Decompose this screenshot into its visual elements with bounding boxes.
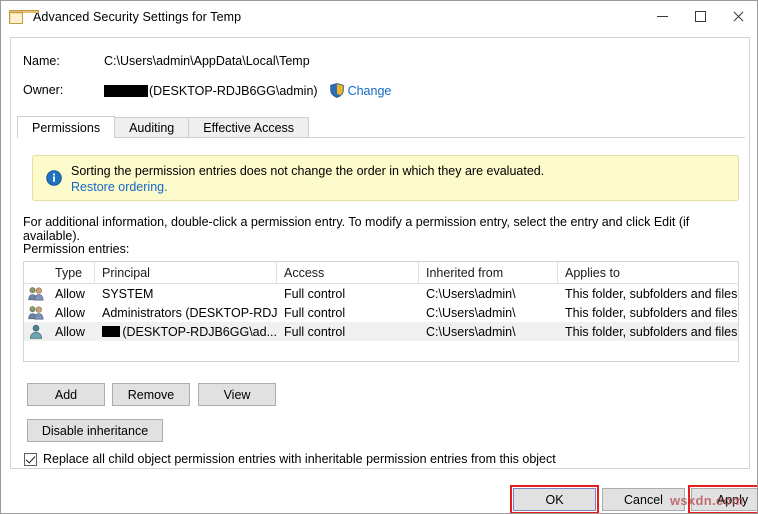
ok-button[interactable]: OK <box>513 488 596 511</box>
tab-auditing-label: Auditing <box>129 121 175 135</box>
tab-effective-access[interactable]: Effective Access <box>188 117 310 138</box>
permission-entries-list[interactable]: Type Principal Access Inherited from App… <box>23 261 739 362</box>
tab-strip-underline <box>17 137 745 138</box>
owner-label: Owner: <box>23 83 64 97</box>
view-button[interactable]: View <box>198 383 276 406</box>
advanced-security-settings-dialog: Advanced Security Settings for Temp Name… <box>0 0 758 514</box>
permission-entries-label: Permission entries: <box>23 242 130 256</box>
maximize-button[interactable] <box>681 1 719 32</box>
row-type: Allow <box>55 305 85 320</box>
minimize-icon <box>656 16 668 17</box>
window-title: Advanced Security Settings for Temp <box>33 9 242 24</box>
group-icon <box>28 287 44 301</box>
owner-value: (DESKTOP-RDJB6GG\admin) <box>149 83 318 98</box>
column-header-access[interactable]: Access <box>277 262 419 284</box>
column-header-applies-to[interactable]: Applies to <box>558 262 738 284</box>
hint-text: For additional information, double-click… <box>23 215 690 243</box>
remove-button[interactable]: Remove <box>112 383 190 406</box>
tab-strip: Permissions Auditing Effective Access <box>17 116 745 138</box>
sorting-info-bar: Sorting the permission entries does not … <box>32 155 739 201</box>
replace-child-permissions-row[interactable]: Replace all child object permission entr… <box>24 452 556 466</box>
change-owner-link[interactable]: Change <box>348 84 392 98</box>
row-access: Full control <box>284 286 346 301</box>
cancel-button[interactable]: Cancel <box>602 488 685 511</box>
row-principal: SYSTEM <box>102 286 154 301</box>
row-icon-cell <box>24 284 48 303</box>
table-row[interactable]: Allow (DESKTOP-RDJB6GG\ad... Full contro… <box>24 322 738 341</box>
uac-shield-icon <box>329 83 344 98</box>
close-button[interactable] <box>719 1 757 32</box>
column-header-inherited-from[interactable]: Inherited from <box>419 262 558 284</box>
column-header-type[interactable]: Type <box>48 262 95 284</box>
sorting-info-text: Sorting the permission entries does not … <box>71 164 545 178</box>
info-icon <box>46 170 62 186</box>
table-row[interactable]: Allow SYSTEM Full control C:\Users\admin… <box>24 284 738 303</box>
tab-effective-access-label: Effective Access <box>203 121 295 135</box>
row-applies-to: This folder, subfolders and files <box>565 324 738 339</box>
row-applies-to: This folder, subfolders and files <box>565 305 738 320</box>
tab-auditing[interactable]: Auditing <box>114 117 190 138</box>
replace-child-permissions-checkbox[interactable] <box>24 452 37 466</box>
row-access: Full control <box>284 324 346 339</box>
apply-button[interactable]: Apply <box>691 488 757 511</box>
maximize-icon <box>694 11 706 22</box>
column-header-icon[interactable] <box>24 262 48 284</box>
column-header-principal[interactable]: Principal <box>95 262 277 284</box>
name-value: C:\Users\admin\AppData\Local\Temp <box>104 54 310 68</box>
row-applies-to: This folder, subfolders and files <box>565 286 738 301</box>
row-inherited-from: C:\Users\admin\ <box>426 324 516 339</box>
tab-permissions-label: Permissions <box>32 120 101 135</box>
folder-icon <box>9 9 39 24</box>
user-icon <box>29 324 43 339</box>
principal-redaction-bar <box>102 326 121 337</box>
tab-permissions[interactable]: Permissions <box>17 116 116 138</box>
row-principal: Administrators (DESKTOP-RDJ... <box>102 305 277 320</box>
restore-ordering-link[interactable]: Restore ordering. <box>71 180 168 194</box>
row-icon-cell <box>24 322 48 341</box>
table-row[interactable]: Allow Administrators (DESKTOP-RDJ... Ful… <box>24 303 738 322</box>
row-inherited-from: C:\Users\admin\ <box>426 305 516 320</box>
title-bar: Advanced Security Settings for Temp <box>1 1 757 32</box>
owner-row: (DESKTOP-RDJB6GG\admin) Change <box>104 83 391 98</box>
owner-redaction-bar <box>104 84 148 97</box>
row-access: Full control <box>284 305 346 320</box>
name-label: Name: <box>23 54 60 68</box>
row-icon-cell <box>24 303 48 322</box>
minimize-button[interactable] <box>643 1 681 32</box>
add-button[interactable]: Add <box>27 383 105 406</box>
group-icon <box>28 306 44 320</box>
row-principal-text: (DESKTOP-RDJB6GG\ad... <box>122 324 277 339</box>
close-icon <box>732 10 745 23</box>
disable-inheritance-button[interactable]: Disable inheritance <box>27 419 163 442</box>
row-type: Allow <box>55 324 85 339</box>
window-controls <box>643 1 757 32</box>
dialog-content-panel: Name: C:\Users\admin\AppData\Local\Temp … <box>10 37 750 469</box>
list-header-row: Type Principal Access Inherited from App… <box>24 262 738 284</box>
row-principal: (DESKTOP-RDJB6GG\ad... <box>95 322 277 341</box>
row-type: Allow <box>55 286 85 301</box>
replace-child-permissions-label: Replace all child object permission entr… <box>43 452 556 466</box>
row-inherited-from: C:\Users\admin\ <box>426 286 516 301</box>
